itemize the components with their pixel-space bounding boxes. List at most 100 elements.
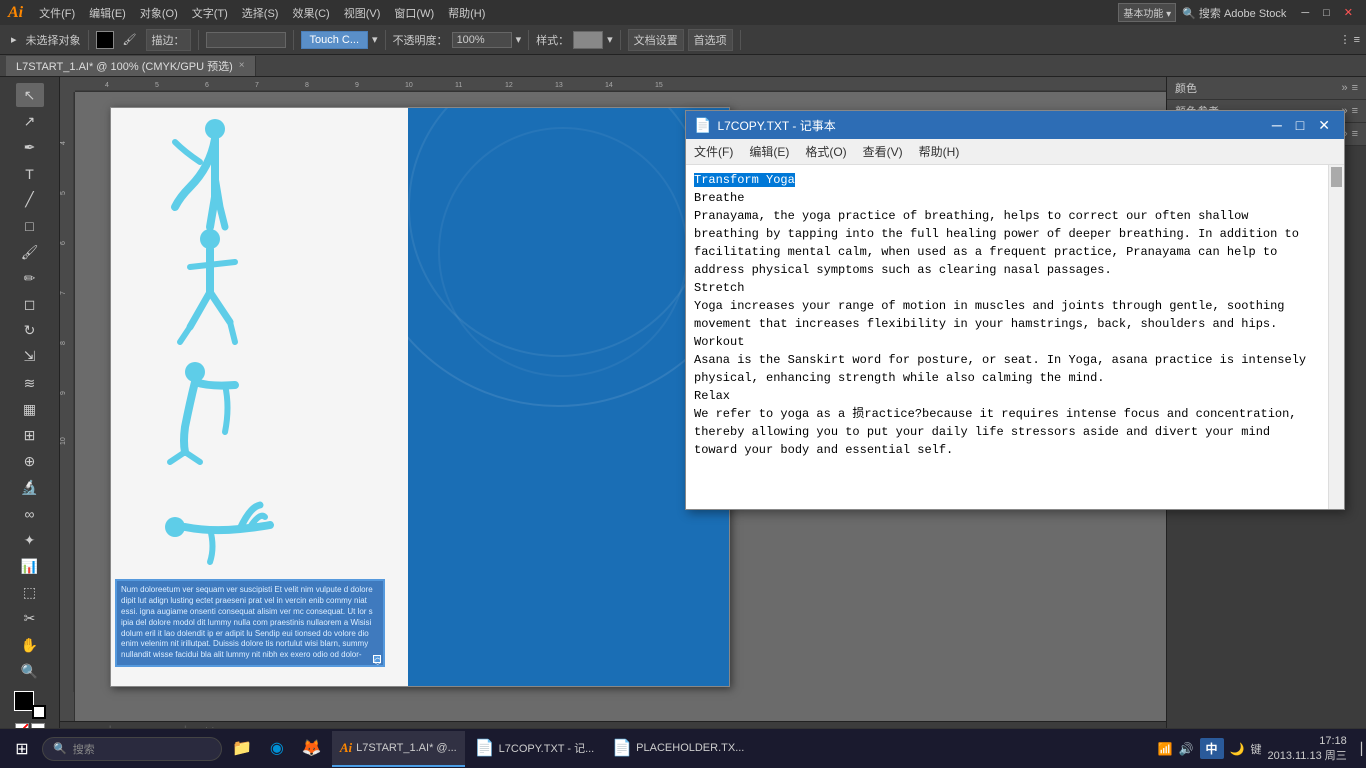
yoga-figure-4 — [160, 497, 280, 582]
notepad-minimize[interactable]: ─ — [1266, 115, 1288, 135]
opacity-input[interactable] — [452, 32, 512, 48]
style-swatch[interactable] — [573, 31, 603, 49]
panel-guide-menu[interactable]: ≡ — [1352, 105, 1358, 117]
stroke-input[interactable] — [206, 32, 286, 48]
notepad-maximize[interactable]: □ — [1290, 115, 1310, 135]
notepad-close[interactable]: ✕ — [1312, 115, 1336, 135]
svg-text:4: 4 — [105, 82, 109, 89]
circle-bg-3 — [438, 127, 688, 377]
paintbrush-btn[interactable]: 🖌 — [16, 240, 44, 264]
pen-tool-btn[interactable]: ✒ — [16, 135, 44, 159]
warp-btn[interactable]: ≋ — [16, 371, 44, 395]
menu-effect[interactable]: 效果(C) — [286, 3, 335, 23]
shape-builder-btn[interactable]: ⊕ — [16, 450, 44, 474]
touch-button[interactable]: Touch C... — [301, 31, 369, 49]
mesh-btn[interactable]: ⊞ — [16, 423, 44, 447]
notepad2-label: PLACEHOLDER.TX... — [636, 742, 744, 754]
show-desktop-btn[interactable]: ▕ — [1353, 742, 1362, 756]
menu-text[interactable]: 文字(T) — [186, 3, 234, 23]
menu-view[interactable]: 视图(V) — [338, 3, 387, 23]
fill-swatch[interactable] — [14, 691, 34, 711]
notepad-text-area[interactable]: Transform Yoga Breathe Pranayama, the yo… — [686, 165, 1328, 509]
taskbar-file-explorer[interactable]: 📁 — [224, 731, 260, 767]
start-button[interactable]: ⊞ — [4, 731, 40, 767]
panel-themes-menu[interactable]: ≡ — [1352, 128, 1358, 140]
taskbar-network-icon[interactable]: 📶 — [1158, 742, 1173, 756]
taskbar-search[interactable]: 🔍 搜索 — [42, 737, 222, 761]
stretch-heading: Stretch — [694, 281, 744, 295]
zoom-btn[interactable]: 🔍 — [16, 659, 44, 683]
panel-menu-btn[interactable]: ≡ — [1352, 82, 1358, 94]
taskbar-moon-icon: 🌙 — [1230, 742, 1245, 756]
taskbar-firefox[interactable]: 🦊 — [294, 731, 330, 767]
ruler-left: 4 5 6 7 8 9 10 — [60, 92, 75, 743]
notepad-menu-edit[interactable]: 编辑(E) — [741, 141, 797, 162]
taskbar-notepad2[interactable]: 📄 PLACEHOLDER.TX... — [604, 731, 752, 767]
selection-tool[interactable]: ▸ — [6, 31, 22, 48]
scrollbar-thumb[interactable] — [1331, 167, 1342, 187]
fill-color[interactable] — [96, 31, 114, 49]
taskbar-keyboard[interactable]: 键 — [1250, 741, 1261, 757]
rect-tool-btn[interactable]: □ — [16, 214, 44, 238]
notepad-window-controls: ─ □ ✕ — [1266, 115, 1336, 135]
taskbar-illustrator[interactable]: Ai L7START_1.AI* @... — [332, 731, 465, 767]
menu-help[interactable]: 帮助(H) — [442, 3, 491, 23]
panel-btn[interactable]: 基本功能 ▾ — [1118, 3, 1176, 22]
extra-icons[interactable]: ⋮ ≡ — [1340, 33, 1360, 46]
taskbar-edge[interactable]: ◉ — [262, 731, 292, 767]
line-tool-btn[interactable]: ╱ — [16, 188, 44, 212]
close-button[interactable]: ✕ — [1339, 5, 1358, 20]
symbol-btn[interactable]: ✦ — [16, 528, 44, 552]
doc-tab-active[interactable]: L7START_1.AI* @ 100% (CMYK/GPU 预选) × — [6, 56, 256, 76]
panel-expand-btn[interactable]: » — [1341, 82, 1347, 94]
blend-btn[interactable]: ∞ — [16, 502, 44, 526]
pencil-btn[interactable]: ✏ — [16, 266, 44, 290]
notepad-menu-format[interactable]: 格式(O) — [797, 141, 854, 162]
eraser-btn[interactable]: ◻ — [16, 293, 44, 317]
hand-btn[interactable]: ✋ — [16, 633, 44, 657]
brush-tool[interactable]: 🖌 — [118, 31, 142, 48]
doc-settings-button[interactable]: 文档设置 — [628, 29, 684, 51]
text-overflow-indicator[interactable]: ⬡ — [373, 655, 381, 663]
taskbar-notepad1[interactable]: 📄 L7COPY.TXT - 记... — [467, 731, 603, 767]
style-dropdown[interactable]: ▾ — [607, 33, 613, 46]
menu-window[interactable]: 窗口(W) — [388, 3, 440, 23]
search-bar[interactable]: 🔍 搜索 Adobe Stock — [1182, 5, 1286, 21]
menu-object[interactable]: 对象(O) — [134, 3, 184, 23]
type-tool-btn[interactable]: T — [16, 162, 44, 186]
taskbar-volume-icon[interactable]: 🔊 — [1179, 742, 1194, 756]
doc-tab-close[interactable]: × — [239, 60, 245, 71]
minimize-button[interactable]: ─ — [1296, 6, 1314, 20]
rotate-btn[interactable]: ↻ — [16, 319, 44, 343]
menu-file[interactable]: 文件(F) — [33, 3, 81, 23]
notepad-menu-help[interactable]: 帮助(H) — [911, 141, 968, 162]
scale-btn[interactable]: ⇲ — [16, 345, 44, 369]
stroke-swatch[interactable] — [32, 705, 46, 719]
gradient-btn[interactable]: ▦ — [16, 397, 44, 421]
notepad-menu-view[interactable]: 查看(V) — [855, 141, 911, 162]
notepad-menu-file[interactable]: 文件(F) — [686, 141, 741, 162]
fill-stroke-swatches[interactable] — [14, 691, 46, 719]
artboard-btn[interactable]: ⬚ — [16, 581, 44, 605]
firefox-icon: 🦊 — [302, 738, 322, 758]
separator6 — [620, 30, 621, 50]
relax-body: We refer to yoga as a 损ractice?because i… — [694, 407, 1297, 457]
workout-heading: Workout — [694, 335, 744, 349]
slice-btn[interactable]: ✂ — [16, 607, 44, 631]
menu-edit[interactable]: 编辑(E) — [83, 3, 132, 23]
taskbar-ime[interactable]: 中 — [1200, 738, 1224, 759]
maximize-button[interactable]: □ — [1318, 6, 1335, 20]
direct-select-btn[interactable]: ↗ — [16, 109, 44, 133]
selection-tool-btn[interactable]: ↖ — [16, 83, 44, 107]
menu-select[interactable]: 选择(S) — [236, 3, 285, 23]
opacity-dropdown[interactable]: ▾ — [516, 33, 522, 46]
notepad-scrollbar[interactable] — [1328, 165, 1344, 509]
column-graph-btn[interactable]: 📊 — [16, 554, 44, 578]
eyedropper-btn[interactable]: 🔬 — [16, 476, 44, 500]
stroke-label: 描边： — [146, 29, 191, 51]
svg-text:5: 5 — [60, 191, 67, 195]
taskbar-clock[interactable]: 17:18 2013.11.13 周三 — [1267, 735, 1346, 763]
artboard-text-box: Num doloreetum ver sequam ver suscipisti… — [115, 579, 385, 667]
touch-dropdown[interactable]: ▾ — [372, 33, 378, 46]
preferences-button[interactable]: 首选项 — [688, 29, 733, 51]
